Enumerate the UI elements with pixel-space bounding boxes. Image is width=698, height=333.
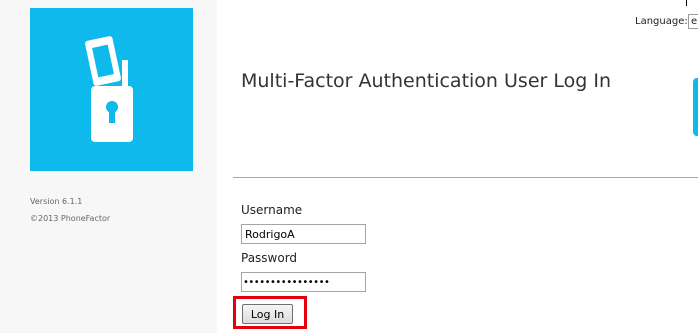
right-edge-panel xyxy=(693,78,698,136)
login-button[interactable]: Log In xyxy=(242,304,293,324)
divider xyxy=(233,177,698,178)
language-select[interactable]: e xyxy=(688,14,698,29)
sidebar: Version 6.1.1 ©2013 PhoneFactor xyxy=(0,0,217,333)
password-input[interactable] xyxy=(241,272,366,292)
top-edge-mark xyxy=(686,0,687,6)
phone-padlock-icon xyxy=(85,36,133,142)
language-label: Language: xyxy=(635,16,688,27)
login-page: Version 6.1.1 ©2013 PhoneFactor Language… xyxy=(0,0,698,333)
phonefactor-logo xyxy=(30,8,193,171)
copyright-text: ©2013 PhoneFactor xyxy=(30,214,111,223)
username-label: Username xyxy=(241,203,303,217)
version-text: Version 6.1.1 xyxy=(30,197,83,206)
password-label: Password xyxy=(241,251,298,265)
username-input[interactable] xyxy=(241,224,366,244)
page-title: Multi-Factor Authentication User Log In xyxy=(241,70,611,92)
